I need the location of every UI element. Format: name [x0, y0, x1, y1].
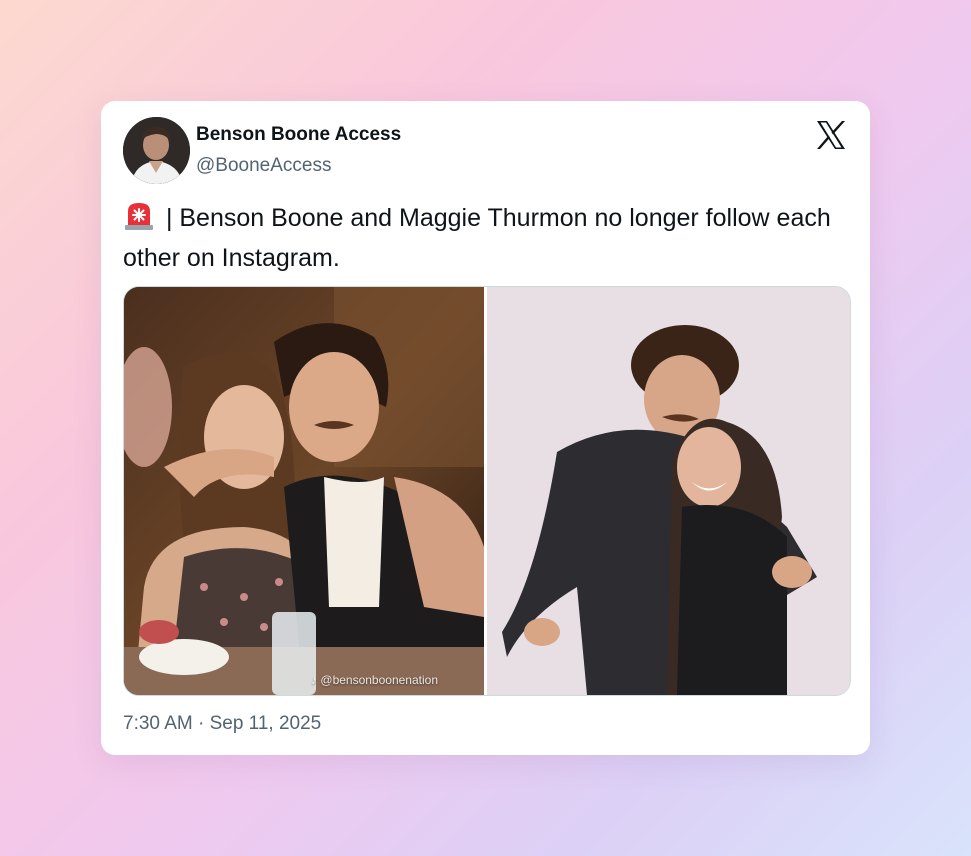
user-handle[interactable]: @BooneAccess [196, 155, 331, 177]
avatar[interactable] [123, 117, 190, 184]
media-watermark: ♪ @bensonboonenation [311, 673, 438, 687]
tweet-text: | Benson Boone and Maggie Thurmon no lon… [123, 201, 853, 276]
x-logo-icon[interactable] [815, 119, 847, 151]
tweet-card: Benson Boone Access @BooneAccess | Benso… [101, 101, 870, 755]
police-car-light-icon [123, 201, 155, 241]
photo-couple-dinner[interactable]: ♪ @bensonboonenation [124, 287, 484, 695]
display-name[interactable]: Benson Boone Access [196, 124, 401, 146]
tweet-media[interactable]: ♪ @bensonboonenation [123, 286, 851, 696]
photo-couple-hug[interactable] [487, 287, 850, 695]
tweet-timestamp[interactable]: 7:30 AM · Sep 11, 2025 [123, 713, 321, 735]
tweet-body: | Benson Boone and Maggie Thurmon no lon… [123, 204, 831, 272]
